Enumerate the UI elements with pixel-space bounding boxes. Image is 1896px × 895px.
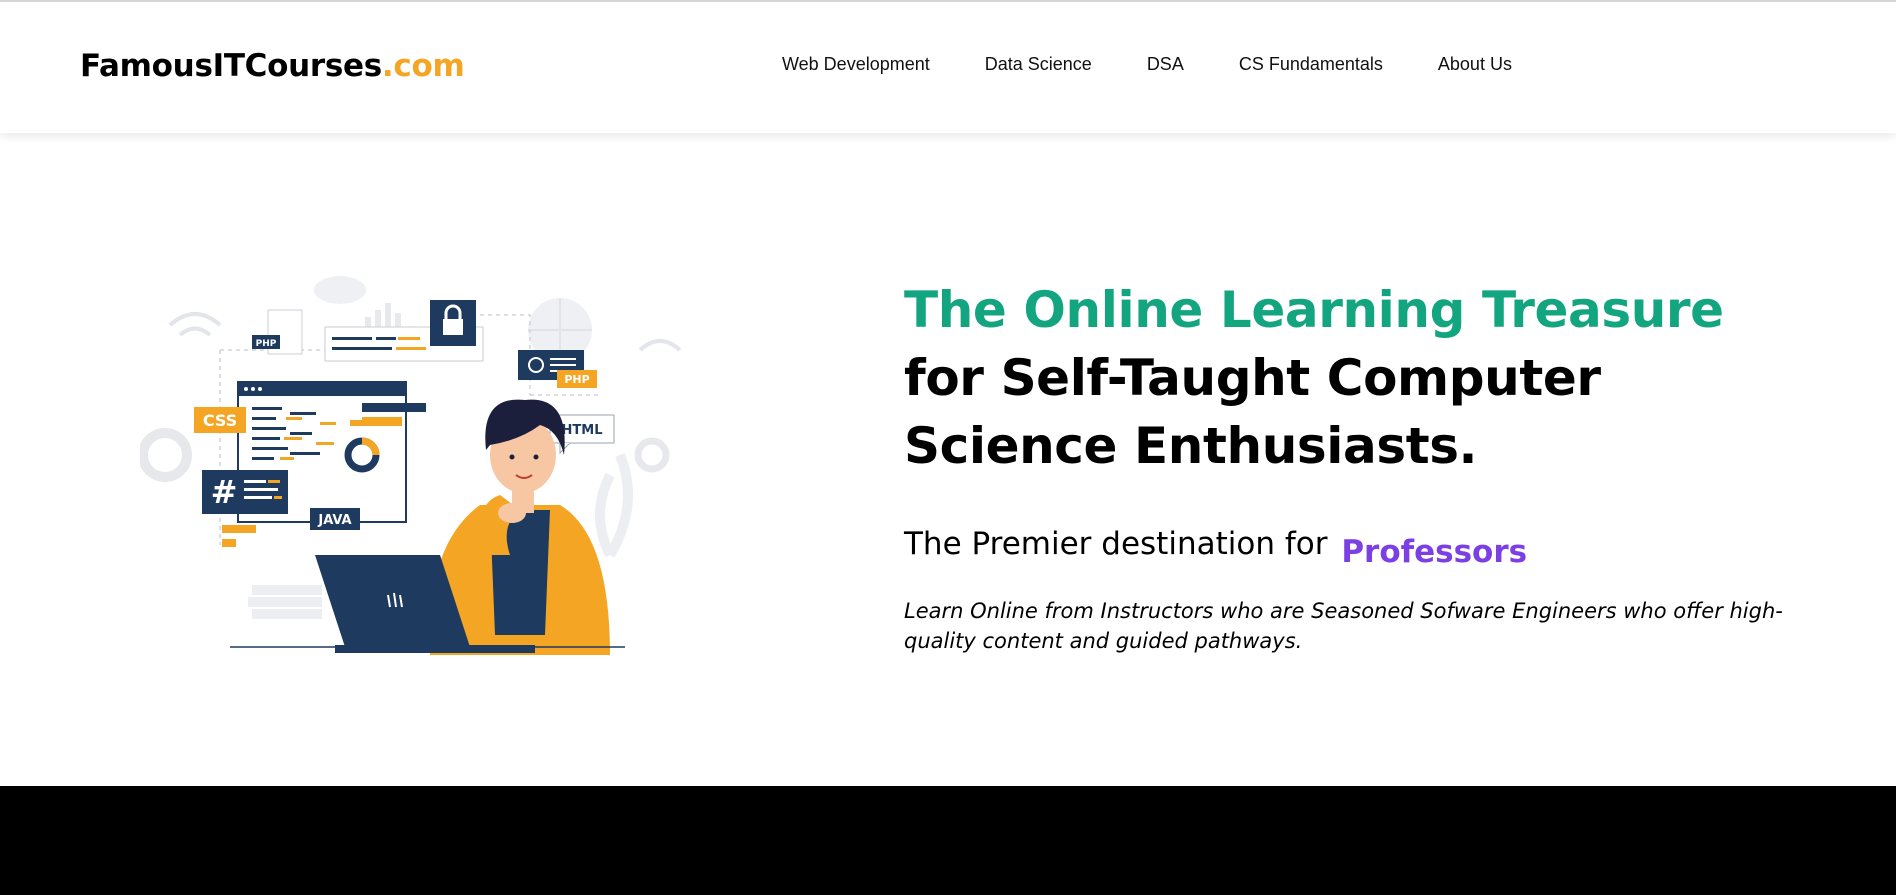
php-label-1: PHP xyxy=(256,339,277,349)
plant-decor xyxy=(595,453,633,558)
books-decor xyxy=(248,585,322,619)
hash-symbol: # xyxy=(211,473,238,511)
php-label-2: PHP xyxy=(564,373,589,386)
main-nav: Web Development Data Science DSA CS Fund… xyxy=(782,54,1567,75)
nav-cs-fundamentals[interactable]: CS Fundamentals xyxy=(1239,54,1383,75)
donut-decor-left xyxy=(138,428,192,482)
navbar: FamousITCourses.com Web Development Data… xyxy=(0,2,1896,133)
brand-logo[interactable]: FamousITCourses.com xyxy=(80,48,465,84)
donut-decor-right xyxy=(634,437,670,473)
tagline-role: Professors xyxy=(1341,534,1528,570)
hero-description: Learn Online from Instructors who are Se… xyxy=(904,599,1783,653)
nav-data-science[interactable]: Data Science xyxy=(985,54,1092,75)
wifi-icon-right xyxy=(638,339,682,352)
tagline-prefix: The Premier destination for xyxy=(904,526,1328,562)
java-label: JAVA xyxy=(317,513,351,528)
brand-name: FamousITCourses xyxy=(80,48,382,84)
html-label: HTML xyxy=(562,423,603,438)
css-label: CSS xyxy=(203,411,237,430)
wifi-icon xyxy=(168,312,222,327)
hero-illustration: PHP PHP CSS # JAVA HTML xyxy=(138,255,700,655)
nav-dsa[interactable]: DSA xyxy=(1147,54,1184,75)
footer-band xyxy=(0,786,1896,895)
brand-tld: .com xyxy=(381,48,465,84)
hero-headline: The Online Learning Treasure for Self-Ta… xyxy=(904,276,1804,480)
headline-accent: The Online Learning Treasure xyxy=(904,281,1724,339)
nav-about-us[interactable]: About Us xyxy=(1438,54,1512,75)
hero-text: The Online Learning Treasure for Self-Ta… xyxy=(904,276,1804,677)
headline-rest: for Self-Taught Computer Science Enthusi… xyxy=(904,349,1601,475)
cloud-icon xyxy=(314,276,366,304)
developer-illustration: PHP PHP CSS # JAVA HTML xyxy=(138,276,682,655)
hero-tagline: The Premier destination for Professors xyxy=(904,526,1804,570)
nav-web-development[interactable]: Web Development xyxy=(782,54,930,75)
